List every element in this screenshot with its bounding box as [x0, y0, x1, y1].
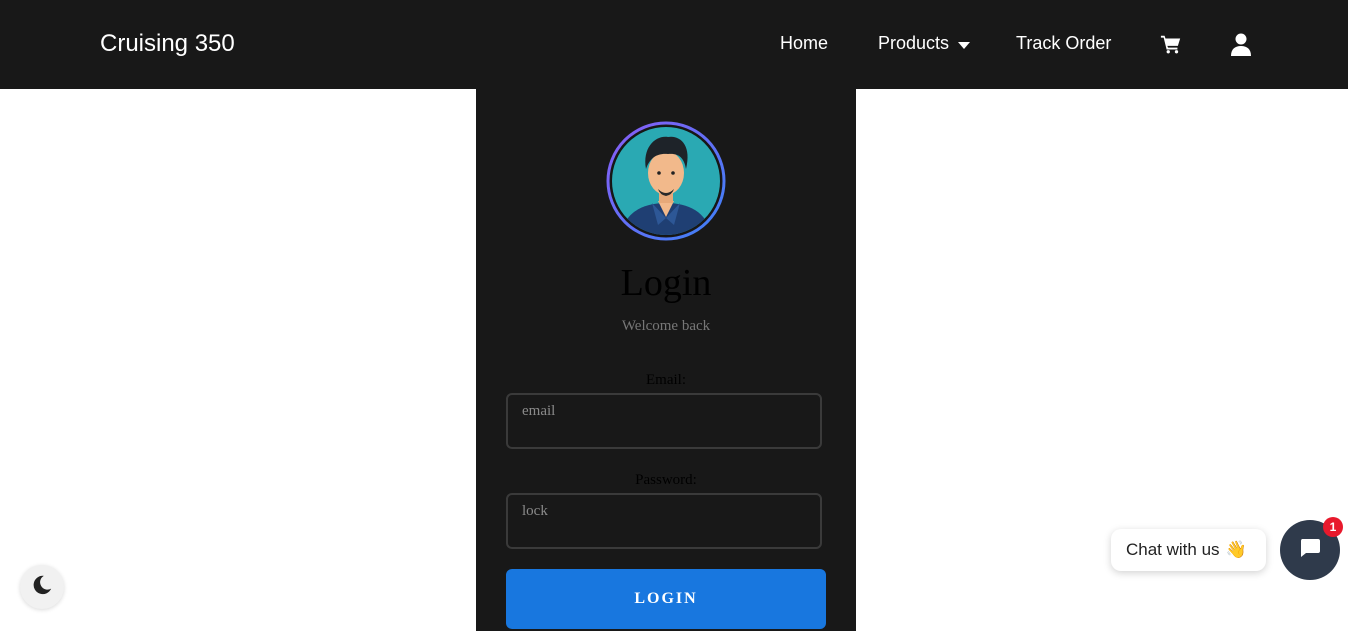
chat-prompt-text: Chat with us [1126, 540, 1220, 559]
login-subtitle: Welcome back [621, 318, 711, 334]
navbar: Cruising 350 Home Products Track Order [0, 0, 1348, 89]
theme-toggle-button[interactable] [20, 565, 64, 609]
moon-icon [31, 574, 53, 601]
login-title: Login [620, 262, 712, 304]
chat-icon [1298, 536, 1322, 565]
nav-track-order-link[interactable]: Track Order [1016, 33, 1111, 54]
chat-unread-badge: 1 [1323, 517, 1343, 537]
nav-products-label: Products [878, 33, 950, 53]
wave-icon: 👋 [1225, 540, 1247, 559]
password-field[interactable]: lock [506, 493, 822, 549]
caret-down-icon [958, 34, 971, 55]
brand-logo-text[interactable]: Cruising 350 [100, 30, 235, 58]
email-label: Email: [646, 372, 686, 388]
login-button[interactable]: LOGIN [506, 569, 826, 629]
password-label: Password: [635, 472, 697, 488]
user-icon[interactable] [1231, 33, 1251, 61]
login-card: Login Welcome back Email: email Password… [476, 89, 856, 631]
cart-icon[interactable] [1160, 33, 1182, 60]
email-field[interactable]: email [506, 393, 822, 449]
chat-prompt-bubble[interactable]: Chat with us 👋 [1111, 529, 1266, 571]
nav-products-dropdown[interactable]: Products [878, 33, 971, 55]
avatar [606, 121, 726, 241]
nav-home-link[interactable]: Home [780, 33, 828, 54]
